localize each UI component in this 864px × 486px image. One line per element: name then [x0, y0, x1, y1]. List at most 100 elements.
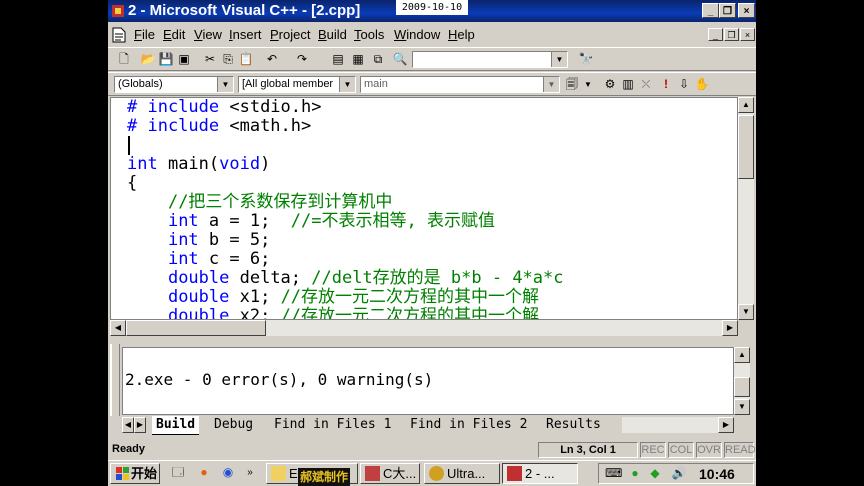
dropdown-arrow-icon[interactable]: ▼ [580, 77, 596, 92]
stop-build-icon[interactable]: ⛌ [638, 77, 654, 92]
save-all-icon[interactable]: ▣ [176, 52, 192, 67]
breakpoint-hand-icon[interactable]: ✋ [694, 77, 710, 92]
start-button[interactable]: 开始 [110, 463, 160, 484]
editor-horizontal-scrollbar[interactable]: ◀ ▶ [110, 320, 738, 336]
editor-vertical-scrollbar[interactable]: ▲ ▼ [738, 97, 754, 320]
cut-icon[interactable]: ✂ [202, 52, 218, 67]
output-gripper[interactable] [110, 344, 120, 416]
save-icon[interactable]: 💾 [158, 52, 174, 67]
undo-icon[interactable]: ↶ [264, 52, 280, 67]
taskbar: 开始 🗔 ● ◉ » E:\... C大... Ultra... 2 - ...… [108, 460, 756, 486]
minimize-button[interactable]: _ [702, 3, 719, 18]
task-label: C大... [383, 466, 417, 481]
function-combo[interactable]: main ▼ [360, 76, 560, 93]
scroll-up-arrow-icon[interactable]: ▲ [734, 347, 750, 363]
members-filter-combo[interactable]: [All global member ▼ [238, 76, 356, 93]
menu-help[interactable]: Help [448, 27, 475, 42]
task-label: Ultra... [447, 466, 486, 481]
workspace-icon[interactable]: ▤ [330, 52, 346, 67]
code-text: x2; [229, 306, 281, 320]
tab-find-in-files-1[interactable]: Find in Files 1 [274, 416, 391, 434]
security-icon[interactable]: ◆ [647, 466, 663, 481]
find-in-files-icon[interactable]: 🔍 [392, 52, 408, 67]
code-editor[interactable]: # include <stdio.h> # include <math.h> i… [110, 97, 738, 320]
open-folder-icon[interactable]: 📂 [140, 52, 156, 67]
media-player-icon[interactable]: ◉ [220, 465, 236, 480]
comment: //=不表示相等, 表示赋值 [290, 211, 495, 231]
tab-find-in-files-2[interactable]: Find in Files 2 [410, 416, 527, 434]
close-button[interactable]: × [738, 3, 755, 18]
include-file: <stdio.h> [229, 97, 322, 117]
tab-debug[interactable]: Debug [214, 416, 253, 434]
mdi-close-button[interactable]: × [740, 28, 755, 41]
window-title: 2 - Microsoft Visual C++ - [2.cpp] [128, 2, 361, 19]
speaker-icon[interactable]: 🔊 [671, 466, 687, 481]
execute-icon[interactable]: ! [658, 77, 674, 92]
class-scope-combo[interactable]: (Globals) ▼ [114, 76, 234, 93]
watermark-caption: 郝斌制作 [298, 468, 350, 486]
menu-file[interactable]: File [134, 27, 155, 42]
code-line: double x1; //存放一元二次方程的其中一个解 [127, 288, 539, 307]
windows-logo-icon [116, 467, 129, 480]
output-pane[interactable]: 2.exe - 0 error(s), 0 warning(s) [122, 347, 734, 415]
tab-results[interactable]: Results [546, 416, 601, 434]
task-ultraedit[interactable]: Ultra... [424, 463, 500, 484]
firefox-icon[interactable]: ● [196, 465, 212, 480]
new-file-icon[interactable]: 🗋 [116, 52, 132, 67]
scroll-thumb[interactable] [738, 115, 754, 179]
window-list-icon[interactable]: ⧉ [370, 52, 386, 67]
tab-horizontal-scrollbar[interactable]: ▶ [622, 417, 734, 433]
go-icon[interactable]: ⇩ [676, 77, 692, 92]
scroll-thumb[interactable] [126, 320, 266, 336]
tab-scroll-right-icon[interactable]: ▶ [134, 417, 146, 433]
menu-project[interactable]: Project [270, 27, 310, 42]
menu-build[interactable]: Build [318, 27, 347, 42]
system-tray: ⌨ ● ◆ 🔊 10:46 [598, 463, 754, 484]
mdi-minimize-button[interactable]: _ [708, 28, 723, 41]
code-line: int c = 6; [127, 250, 270, 269]
maximize-button[interactable]: ❐ [719, 3, 736, 18]
search-icon[interactable]: 🔭 [578, 52, 594, 67]
redo-icon[interactable]: ↷ [294, 52, 310, 67]
col-indicator: COL [668, 442, 694, 458]
menu-tools[interactable]: Tools [354, 27, 384, 42]
keyboard-icon[interactable]: ⌨ [605, 466, 622, 481]
output-vertical-scrollbar[interactable]: ▲ ▼ [734, 347, 750, 415]
build-icon[interactable]: ▥ [620, 77, 636, 92]
scroll-left-arrow-icon[interactable]: ◀ [110, 320, 126, 336]
menu-edit[interactable]: Edit [163, 27, 185, 42]
tab-scroll-left-icon[interactable]: ◀ [122, 417, 134, 433]
mdi-restore-button[interactable]: ❐ [724, 28, 739, 41]
desktop-screen: 2 - Microsoft Visual C++ - [2.cpp] 2009-… [108, 0, 756, 486]
clock: 10:46 [699, 466, 735, 482]
scroll-right-arrow-icon[interactable]: ▶ [722, 320, 738, 336]
menu-window[interactable]: Window [394, 27, 440, 42]
copy-icon[interactable]: ⎘ [220, 52, 236, 67]
menu-bar: File Edit View Insert Project Build Tool… [108, 23, 756, 47]
compile-icon[interactable]: ⚙ [602, 77, 618, 92]
task-label: 2 - ... [525, 466, 555, 481]
scroll-down-arrow-icon[interactable]: ▼ [738, 304, 754, 320]
scroll-right-arrow-icon[interactable]: ▶ [718, 417, 734, 433]
task-visual-cpp[interactable]: 2 - ... [502, 463, 578, 484]
menu-view[interactable]: View [194, 27, 222, 42]
wizard-actions-icon[interactable]: 🗐 [564, 77, 580, 92]
scroll-thumb[interactable] [734, 377, 750, 397]
tab-build[interactable]: Build [152, 416, 200, 435]
scroll-down-arrow-icon[interactable]: ▼ [734, 399, 750, 415]
comment: //把三个系数保存到计算机中 [167, 192, 393, 212]
code-line: int main(void) [127, 155, 270, 174]
task-c-tutorial[interactable]: C大... [360, 463, 420, 484]
paste-icon[interactable]: 📋 [238, 52, 254, 67]
find-combo[interactable]: ▼ [412, 51, 568, 68]
output-window-icon[interactable]: ▦ [350, 52, 366, 67]
scroll-up-arrow-icon[interactable]: ▲ [738, 97, 754, 113]
show-desktop-icon[interactable]: 🗔 [170, 465, 186, 480]
more-quicklaunch-icon[interactable]: » [242, 465, 258, 480]
network-icon[interactable]: ● [627, 466, 643, 481]
menu-insert[interactable]: Insert [229, 27, 262, 42]
